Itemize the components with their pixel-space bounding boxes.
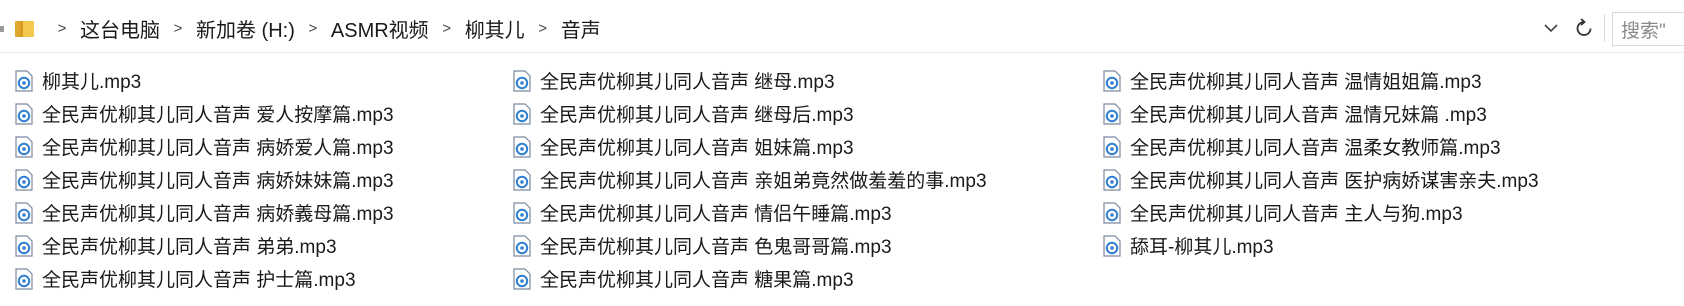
file-item[interactable]: 全民声优柳其儿同人音声 病娇妹妹篇.mp3 <box>14 163 394 196</box>
file-item[interactable]: 柳其儿.mp3 <box>14 64 394 97</box>
audio-file-icon <box>15 102 33 125</box>
audio-file-icon <box>1103 102 1121 125</box>
breadcrumb-item-drive-h[interactable]: 新加卷 (H:) <box>196 14 295 43</box>
file-name: 全民声优柳其儿同人音声 情侣午睡篇.mp3 <box>540 204 892 225</box>
file-name: 全民声优柳其儿同人音声 继母.mp3 <box>540 72 835 93</box>
file-item[interactable]: 全民声优柳其儿同人音声 情侣午睡篇.mp3 <box>512 196 987 229</box>
breadcrumb-separator[interactable]: > <box>168 20 188 37</box>
file-item[interactable]: 全民声优柳其儿同人音声 温柔女教师篇.mp3 <box>1102 130 1539 163</box>
breadcrumb-item-this-pc[interactable]: 这台电脑 <box>80 14 160 43</box>
audio-file-icon <box>513 168 531 191</box>
file-name: 全民声优柳其儿同人音声 温情姐姐篇.mp3 <box>1130 72 1482 93</box>
file-name: 全民声优柳其儿同人音声 病娇義母篇.mp3 <box>42 204 394 225</box>
file-item[interactable]: 全民声优柳其儿同人音声 亲姐弟竟然做羞羞的事.mp3 <box>512 163 987 196</box>
audio-file-icon <box>1103 69 1121 92</box>
refresh-icon <box>1576 18 1592 36</box>
file-name: 全民声优柳其儿同人音声 继母后.mp3 <box>540 105 854 126</box>
breadcrumb-item-asmr[interactable]: ASMR视频 <box>331 14 429 43</box>
file-name: 全民声优柳其儿同人音声 温柔女教师篇.mp3 <box>1130 138 1501 159</box>
audio-file-icon <box>513 69 531 92</box>
audio-file-icon <box>1103 135 1121 158</box>
file-item[interactable]: 全民声优柳其儿同人音声 弟弟.mp3 <box>14 229 394 262</box>
audio-file-icon <box>513 201 531 224</box>
folder-icon <box>15 21 34 37</box>
file-name: 全民声优柳其儿同人音声 姐妹篇.mp3 <box>540 138 854 159</box>
file-name: 全民声优柳其儿同人音声 糖果篇.mp3 <box>540 270 854 291</box>
audio-file-icon <box>513 267 531 290</box>
file-item[interactable]: 全民声优柳其儿同人音声 病娇爱人篇.mp3 <box>14 130 394 163</box>
file-name: 全民声优柳其儿同人音声 主人与狗.mp3 <box>1130 204 1463 225</box>
file-name: 全民声优柳其儿同人音声 温情兄妹篇 .mp3 <box>1130 105 1487 126</box>
file-name: 全民声优柳其儿同人音声 亲姐弟竟然做羞羞的事.mp3 <box>540 171 987 192</box>
file-column-2: 全民声优柳其儿同人音声 继母.mp3 全民声优柳其儿同人音声 继母后.mp3 全民声… <box>512 64 987 295</box>
file-item[interactable]: 全民声优柳其儿同人音声 医护病娇谋害亲夫.mp3 <box>1102 163 1539 196</box>
audio-file-icon <box>513 135 531 158</box>
audio-file-icon <box>1103 168 1121 191</box>
file-name: 舔耳-柳其儿.mp3 <box>1130 237 1274 258</box>
file-item[interactable]: 全民声优柳其儿同人音声 继母后.mp3 <box>512 97 987 130</box>
breadcrumb-separator[interactable]: > <box>437 20 457 37</box>
file-item[interactable]: 全民声优柳其儿同人音声 温情兄妹篇 .mp3 <box>1102 97 1539 130</box>
breadcrumb-separator[interactable]: > <box>303 20 323 37</box>
address-history-dropdown[interactable] <box>1540 17 1562 39</box>
file-name: 柳其儿.mp3 <box>42 72 142 93</box>
address-bar-controls <box>1540 10 1605 46</box>
audio-file-icon <box>513 102 531 125</box>
file-item[interactable]: 全民声优柳其儿同人音声 护士篇.mp3 <box>14 262 394 295</box>
file-column-3: 全民声优柳其儿同人音声 温情姐姐篇.mp3 全民声优柳其儿同人音声 温情兄妹篇 .… <box>1102 64 1539 262</box>
nav-edge-marker <box>0 26 4 32</box>
audio-file-icon <box>1103 234 1121 257</box>
breadcrumb-item-audio[interactable]: 音声 <box>561 14 601 43</box>
file-name: 全民声优柳其儿同人音声 弟弟.mp3 <box>42 237 337 258</box>
file-item[interactable]: 全民声优柳其儿同人音声 姐妹篇.mp3 <box>512 130 987 163</box>
file-name: 全民声优柳其儿同人音声 色鬼哥哥篇.mp3 <box>540 237 892 258</box>
audio-file-icon <box>15 135 33 158</box>
file-item[interactable]: 全民声优柳其儿同人音声 温情姐姐篇.mp3 <box>1102 64 1539 97</box>
file-item[interactable]: 全民声优柳其儿同人音声 继母.mp3 <box>512 64 987 97</box>
breadcrumb: > 这台电脑 > 新加卷 (H:) > ASMR视频 > 柳其儿 > 音声 <box>44 4 601 52</box>
audio-file-icon <box>15 168 33 191</box>
file-item[interactable]: 全民声优柳其儿同人音声 糖果篇.mp3 <box>512 262 987 295</box>
audio-file-icon <box>513 234 531 257</box>
audio-file-icon <box>15 201 33 224</box>
chevron-down-icon <box>1544 24 1558 33</box>
breadcrumb-separator[interactable]: > <box>533 20 553 37</box>
address-bar[interactable]: > 这台电脑 > 新加卷 (H:) > ASMR视频 > 柳其儿 > 音声 搜索… <box>0 4 1684 53</box>
file-explorer-window: > 这台电脑 > 新加卷 (H:) > ASMR视频 > 柳其儿 > 音声 搜索… <box>0 0 1684 306</box>
file-item[interactable]: 全民声优柳其儿同人音声 病娇義母篇.mp3 <box>14 196 394 229</box>
audio-file-icon <box>15 69 33 92</box>
file-name: 全民声优柳其儿同人音声 病娇妹妹篇.mp3 <box>42 171 394 192</box>
file-name: 全民声优柳其儿同人音声 护士篇.mp3 <box>42 270 356 291</box>
search-input[interactable]: 搜索" <box>1612 12 1684 46</box>
file-name: 全民声优柳其儿同人音声 医护病娇谋害亲夫.mp3 <box>1130 171 1539 192</box>
file-item[interactable]: 全民声优柳其儿同人音声 爱人按摩篇.mp3 <box>14 97 394 130</box>
file-column-1: 柳其儿.mp3 全民声优柳其儿同人音声 爱人按摩篇.mp3 全民声优柳其儿同人音声 … <box>14 64 394 295</box>
file-item[interactable]: 舔耳-柳其儿.mp3 <box>1102 229 1539 262</box>
audio-file-icon <box>15 234 33 257</box>
breadcrumb-separator[interactable]: > <box>52 20 72 37</box>
audio-file-icon <box>15 267 33 290</box>
file-name: 全民声优柳其儿同人音声 爱人按摩篇.mp3 <box>42 105 394 126</box>
file-name: 全民声优柳其儿同人音声 病娇爱人篇.mp3 <box>42 138 394 159</box>
audio-file-icon <box>1103 201 1121 224</box>
search-placeholder: 搜索" <box>1621 20 1666 42</box>
file-item[interactable]: 全民声优柳其儿同人音声 色鬼哥哥篇.mp3 <box>512 229 987 262</box>
breadcrumb-item-liuqier[interactable]: 柳其儿 <box>465 14 525 43</box>
refresh-button[interactable] <box>1570 14 1605 42</box>
file-item[interactable]: 全民声优柳其儿同人音声 主人与狗.mp3 <box>1102 196 1539 229</box>
